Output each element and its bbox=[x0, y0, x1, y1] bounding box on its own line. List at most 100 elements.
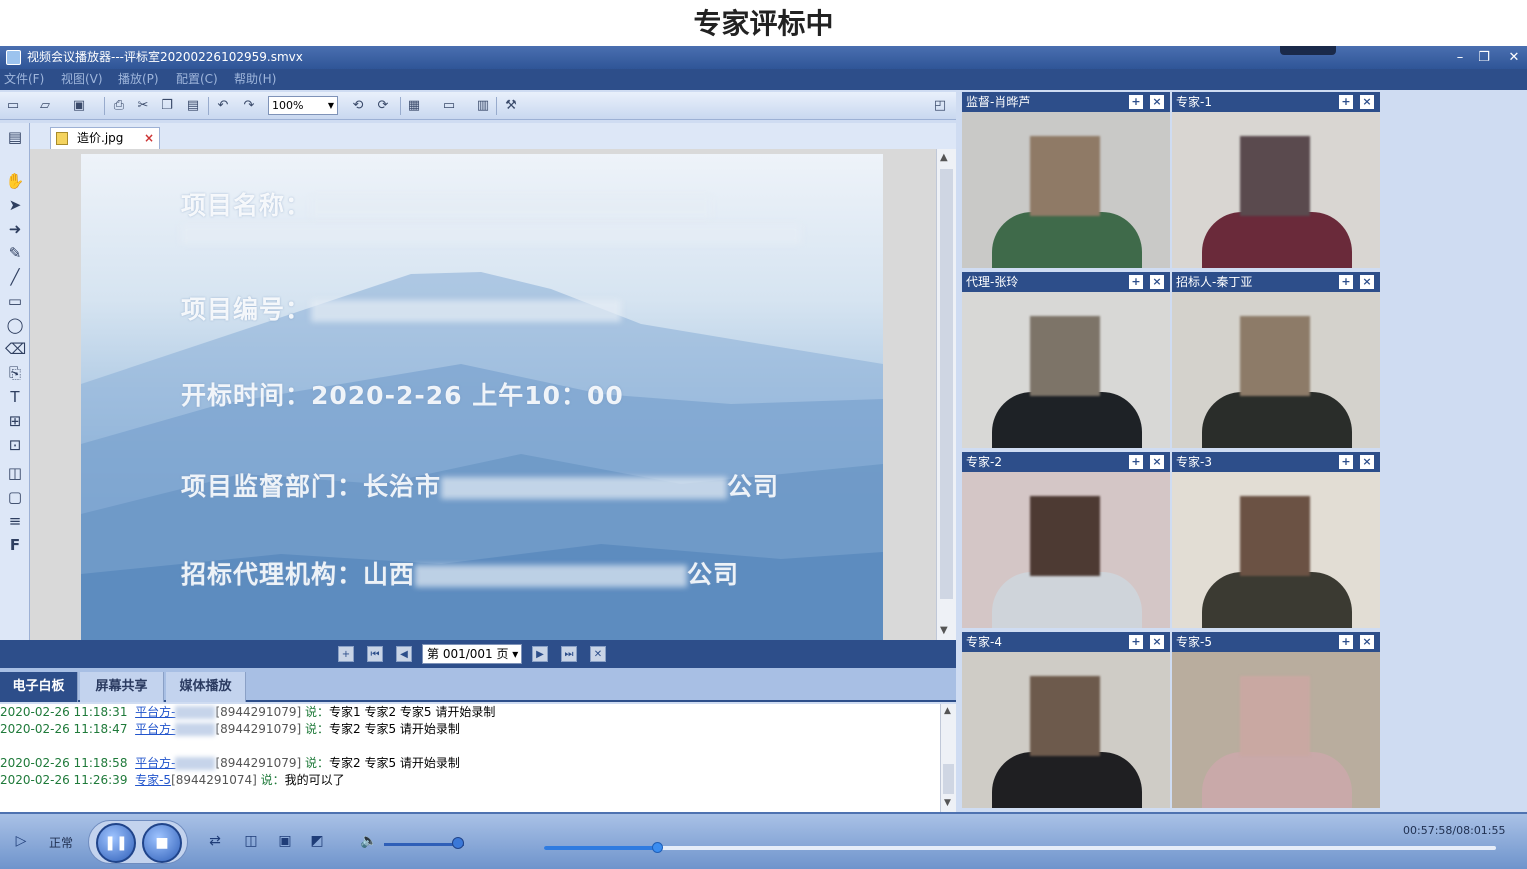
hand-icon[interactable]: ✋ bbox=[5, 171, 25, 191]
lines-icon[interactable]: ≡ bbox=[5, 511, 25, 531]
layout-icon[interactable]: ▥ bbox=[474, 97, 492, 115]
video-tile[interactable]: 专家-1 + × bbox=[1172, 92, 1380, 270]
paste-icon[interactable]: ▤ bbox=[184, 97, 202, 115]
video-tile[interactable]: 监督-肖晔芦 + × bbox=[962, 92, 1170, 270]
eraser-icon[interactable]: ⌫ bbox=[5, 339, 26, 359]
close-video-icon[interactable]: × bbox=[1360, 95, 1374, 109]
text-icon[interactable]: T bbox=[5, 387, 25, 407]
seek-bar[interactable] bbox=[544, 842, 1496, 853]
minimize-button[interactable]: – bbox=[1448, 48, 1472, 67]
tab-whiteboard[interactable]: 电子白板 bbox=[0, 672, 78, 702]
screen-icon[interactable]: ▭ bbox=[440, 97, 458, 115]
save-icon[interactable]: ▣ bbox=[70, 97, 88, 115]
font-icon[interactable]: F bbox=[5, 535, 25, 555]
last-page-icon[interactable]: ⏭ bbox=[561, 646, 577, 662]
zoom-select[interactable]: 100% ▼ bbox=[268, 96, 338, 115]
chat-sender-link[interactable]: 平台方- bbox=[135, 705, 175, 719]
whiteboard-viewport[interactable]: 项目名称： 项目编号： 开标时间：2020-2-26 上午10：00 项目监督部… bbox=[30, 149, 936, 640]
copy-icon[interactable]: ❐ bbox=[158, 97, 176, 115]
close-tab-icon[interactable]: × bbox=[144, 128, 154, 148]
next-page-icon[interactable]: ▶ bbox=[532, 646, 548, 662]
grid-icon[interactable]: ▦ bbox=[405, 97, 423, 115]
video-tile[interactable]: 代理-张玲 + × bbox=[962, 272, 1170, 450]
chat-scrollbar[interactable]: ▲ ▼ bbox=[940, 704, 956, 812]
image-icon[interactable]: ⊡ bbox=[5, 435, 25, 455]
new-icon[interactable]: ▭ bbox=[4, 97, 22, 115]
pin-video-icon[interactable]: + bbox=[1129, 95, 1143, 109]
close-video-icon[interactable]: × bbox=[1150, 635, 1164, 649]
play-mode-icon[interactable]: ▷ bbox=[12, 832, 30, 850]
close-video-icon[interactable]: × bbox=[1360, 455, 1374, 469]
pin-video-icon[interactable]: + bbox=[1339, 95, 1353, 109]
document-tab[interactable]: 造价.jpg × bbox=[50, 127, 160, 149]
video-tile[interactable]: 招标人-秦丁亚 + × bbox=[1172, 272, 1380, 450]
rotate-left-icon[interactable]: ⟲ bbox=[349, 97, 367, 115]
export-icon[interactable]: ◩ bbox=[308, 832, 326, 850]
menu-file[interactable]: 文件(F) bbox=[4, 69, 44, 90]
arrow-icon[interactable]: ➜ bbox=[5, 219, 25, 239]
scroll-up-icon[interactable]: ▲ bbox=[944, 706, 951, 716]
pin-video-icon[interactable]: + bbox=[1129, 635, 1143, 649]
undo-icon[interactable]: ↶ bbox=[214, 97, 232, 115]
layers-icon[interactable]: ◫ bbox=[5, 463, 25, 483]
pin-video-icon[interactable]: + bbox=[1129, 275, 1143, 289]
close-video-icon[interactable]: × bbox=[1150, 95, 1164, 109]
ellipse-icon[interactable]: ◯ bbox=[5, 315, 25, 335]
close-video-icon[interactable]: × bbox=[1360, 635, 1374, 649]
tab-media-play[interactable]: 媒体播放 bbox=[166, 672, 246, 702]
pause-button[interactable]: ❚❚ bbox=[96, 823, 136, 863]
stamp-icon[interactable]: ⎘ bbox=[5, 363, 25, 383]
pin-video-icon[interactable]: + bbox=[1339, 275, 1353, 289]
close-video-icon[interactable]: × bbox=[1150, 455, 1164, 469]
frame-icon[interactable]: ▢ bbox=[5, 487, 25, 507]
viewport-scrollbar[interactable]: ▲ ▼ bbox=[936, 149, 956, 640]
video-tile[interactable]: 专家-2 + × bbox=[962, 452, 1170, 630]
menu-play[interactable]: 播放(P) bbox=[118, 69, 159, 90]
wrench-icon[interactable]: ⚒ bbox=[502, 97, 520, 115]
stop-button[interactable]: ■ bbox=[142, 823, 182, 863]
page-select[interactable]: 第 001/001 页 ▾ bbox=[422, 644, 522, 664]
save-frame-icon[interactable]: ▣ bbox=[276, 832, 294, 850]
pin-video-icon[interactable]: + bbox=[1339, 635, 1353, 649]
redo-icon[interactable]: ↷ bbox=[240, 97, 258, 115]
first-page-icon[interactable]: ⏮ bbox=[367, 646, 383, 662]
maximize-button[interactable]: ❐ bbox=[1472, 48, 1496, 67]
zoom-area-icon[interactable]: ⊞ bbox=[5, 411, 25, 431]
pin-video-icon[interactable]: + bbox=[1129, 455, 1143, 469]
scroll-down-icon[interactable]: ▼ bbox=[944, 798, 951, 808]
pen-icon[interactable]: ✎ bbox=[5, 243, 25, 263]
repeat-icon[interactable]: ⇄ bbox=[206, 832, 224, 850]
chat-scroll-thumb[interactable] bbox=[943, 764, 954, 794]
video-tile[interactable]: 专家-4 + × bbox=[962, 632, 1170, 810]
chat-sender-link[interactable]: 平台方- bbox=[135, 722, 175, 736]
delete-page-icon[interactable]: ✕ bbox=[590, 646, 606, 662]
pointer-icon[interactable]: ➤ bbox=[5, 195, 25, 215]
cut-icon[interactable]: ✂ bbox=[134, 97, 152, 115]
menu-help[interactable]: 帮助(H) bbox=[234, 69, 276, 90]
print-icon[interactable]: ⎙ bbox=[110, 97, 128, 115]
volume-knob[interactable] bbox=[452, 837, 465, 849]
menu-view[interactable]: 视图(V) bbox=[61, 69, 103, 90]
scroll-down-icon[interactable]: ▼ bbox=[940, 625, 948, 636]
close-button[interactable]: ✕ bbox=[1502, 48, 1526, 67]
line-icon[interactable]: ╱ bbox=[5, 267, 25, 287]
tab-screen-share[interactable]: 屏幕共享 bbox=[80, 672, 164, 702]
seek-knob[interactable] bbox=[652, 842, 664, 853]
rotate-right-icon[interactable]: ⟳ bbox=[374, 97, 392, 115]
scroll-up-icon[interactable]: ▲ bbox=[940, 152, 948, 163]
prev-page-icon[interactable]: ◀ bbox=[396, 646, 412, 662]
volume-icon[interactable]: 🔈 bbox=[360, 832, 378, 850]
scroll-thumb[interactable] bbox=[940, 169, 953, 599]
page-icon[interactable]: ▤ bbox=[5, 127, 25, 147]
video-tile[interactable]: 专家-3 + × bbox=[1172, 452, 1380, 630]
rectangle-icon[interactable]: ▭ bbox=[5, 291, 25, 311]
chat-sender-link[interactable]: 专家-5 bbox=[135, 773, 171, 787]
pin-video-icon[interactable]: + bbox=[1339, 455, 1353, 469]
menu-config[interactable]: 配置(C) bbox=[176, 69, 218, 90]
add-page-icon[interactable]: + bbox=[338, 646, 354, 662]
chat-sender-link[interactable]: 平台方- bbox=[135, 756, 175, 770]
chat-log[interactable]: 2020-02-26 11:18:31 平台方- [8944291079] 说：专… bbox=[0, 704, 940, 812]
close-video-icon[interactable]: × bbox=[1150, 275, 1164, 289]
snapshot-icon[interactable]: ◫ bbox=[242, 832, 260, 850]
video-tile[interactable]: 专家-5 + × bbox=[1172, 632, 1380, 810]
